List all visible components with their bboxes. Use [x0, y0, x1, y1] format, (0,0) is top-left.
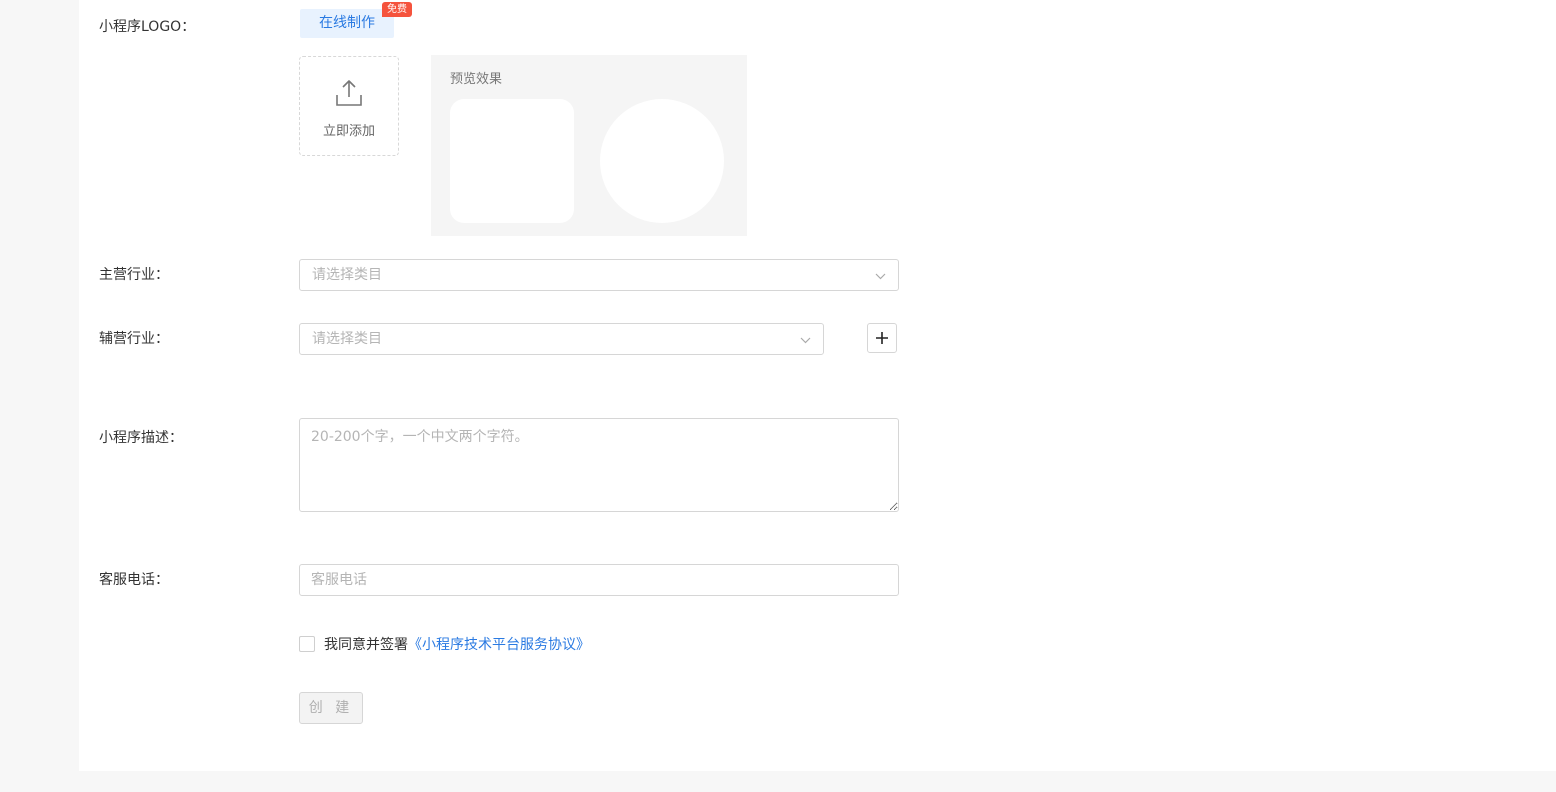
chevron-down-icon [875, 270, 886, 286]
agreement-row: 我同意并签署 《小程序技术平台服务协议》 [299, 634, 590, 654]
make-logo-online-button[interactable]: 在线制作 [300, 9, 394, 38]
free-badge: 免费 [382, 2, 412, 17]
preview-circle-logo [600, 99, 724, 223]
main-industry-select[interactable]: 请选择类目 [299, 259, 899, 291]
agreement-link[interactable]: 《小程序技术平台服务协议》 [408, 634, 590, 654]
sub-industry-select[interactable]: 请选择类目 [299, 323, 824, 355]
sub-industry-placeholder: 请选择类目 [312, 331, 382, 347]
agreement-text: 我同意并签署 [324, 637, 408, 653]
create-button[interactable]: 创 建 [299, 692, 363, 724]
main-industry-label: 主营行业： [99, 267, 169, 283]
sub-industry-label: 辅营行业： [99, 331, 169, 347]
logo-label: 小程序LOGO： [99, 19, 196, 35]
phone-input[interactable] [299, 564, 899, 596]
description-label: 小程序描述： [99, 430, 183, 446]
preview-square-logo [450, 99, 574, 223]
agreement-checkbox[interactable] [299, 636, 315, 652]
upload-label: 立即添加 [322, 124, 375, 139]
logo-preview: 预览效果 [431, 55, 747, 236]
description-textarea[interactable] [299, 418, 899, 512]
main-industry-placeholder: 请选择类目 [312, 267, 382, 283]
preview-title: 预览效果 [450, 72, 503, 87]
logo-upload-box[interactable]: 立即添加 [299, 56, 399, 156]
add-sub-industry-button[interactable] [867, 323, 897, 353]
phone-label: 客服电话： [99, 572, 169, 588]
chevron-down-icon [800, 334, 811, 350]
